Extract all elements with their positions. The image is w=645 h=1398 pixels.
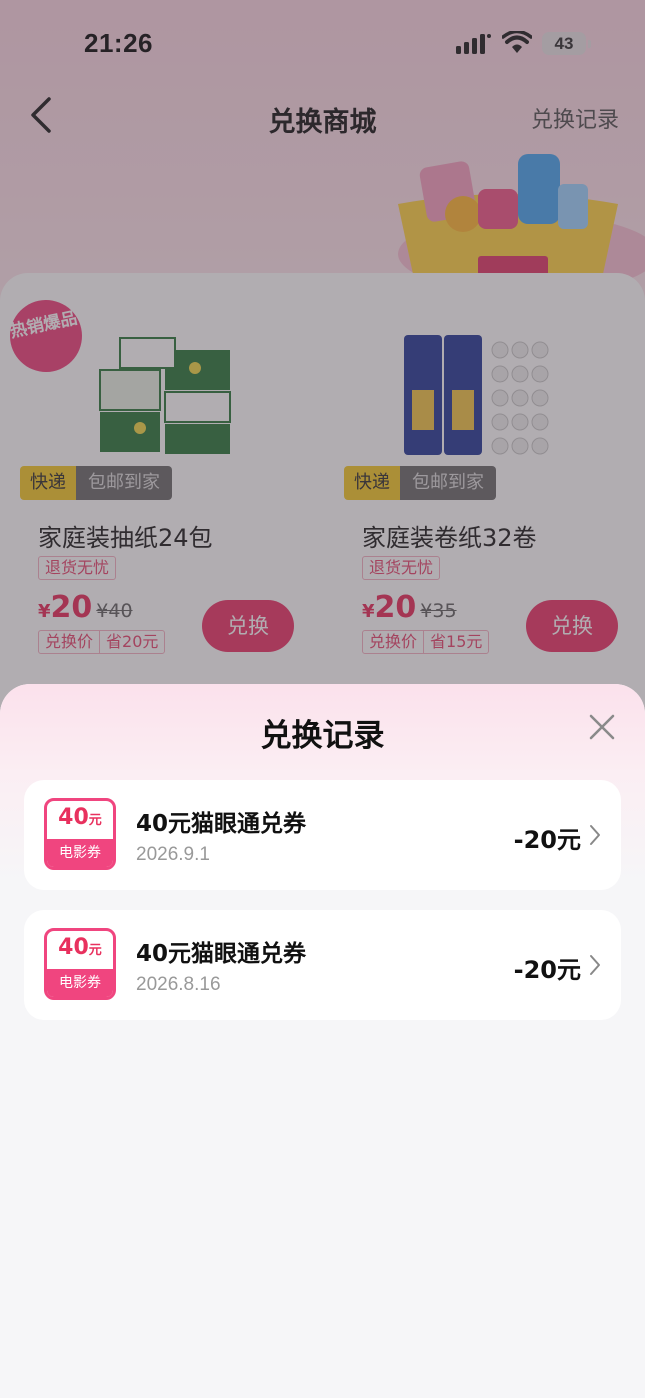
chevron-right-icon <box>590 825 600 845</box>
coupon-value: 40 <box>58 935 89 960</box>
record-item[interactable]: 40元 电影券 40元猫眼通兑券 2026.8.16 -20元 <box>24 910 621 1020</box>
close-icon[interactable] <box>588 713 616 741</box>
background-page: 21:26 43 兑换商城 兑换记录 热销爆品 快递 包邮到家 家庭装抽纸24包… <box>0 0 645 760</box>
movie-coupon-icon: 40元 电影券 <box>44 928 116 1000</box>
record-date: 2026.8.16 <box>136 974 221 995</box>
record-date: 2026.9.1 <box>136 844 210 865</box>
modal-backdrop[interactable] <box>0 0 645 760</box>
record-item[interactable]: 40元 电影券 40元猫眼通兑券 2026.9.1 -20元 <box>24 780 621 890</box>
chevron-right-icon <box>590 955 600 975</box>
sheet-title: 兑换记录 <box>260 718 385 754</box>
coupon-amount: 40元 <box>47 805 113 830</box>
coupon-amount: 40元 <box>47 935 113 960</box>
coupon-type: 电影券 <box>47 969 113 997</box>
record-name: 40元猫眼通兑券 <box>136 811 307 837</box>
coupon-type: 电影券 <box>47 839 113 867</box>
exchange-record-sheet: 兑换记录 40元 电影券 40元猫眼通兑券 2026.9.1 -20元 40元 … <box>0 684 645 1398</box>
record-name: 40元猫眼通兑券 <box>136 941 307 967</box>
coupon-value: 40 <box>58 805 89 830</box>
coupon-unit: 元 <box>88 813 102 828</box>
movie-coupon-icon: 40元 电影券 <box>44 798 116 870</box>
record-amount: -20元 <box>513 956 581 984</box>
record-amount: -20元 <box>513 826 581 854</box>
coupon-unit: 元 <box>88 943 102 958</box>
